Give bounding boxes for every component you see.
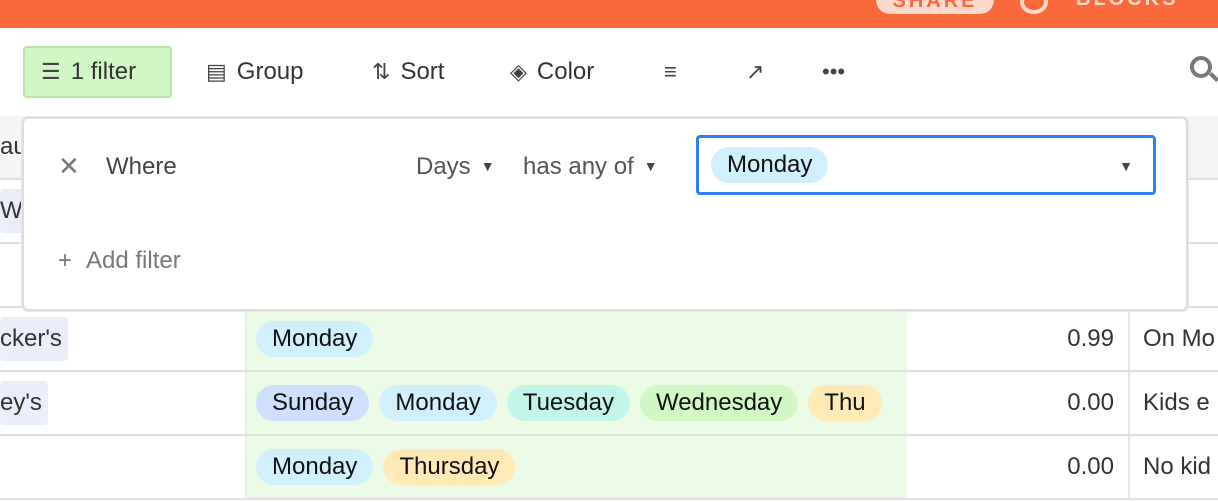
row-height-button[interactable]: ≡ [648,46,693,98]
table-row[interactable]: cker's Monday 0.99 On Mo [0,308,1218,372]
filter-button[interactable]: ☰ 1 filter [23,46,172,98]
days-cell[interactable]: Monday [246,308,907,370]
top-bar: SHARE BLOCKS [0,0,1218,28]
day-chip: Sunday [256,385,370,421]
chevron-down-icon: ▼ [1119,158,1133,174]
chevron-down-icon: ▼ [480,158,495,174]
linked-record-chip[interactable]: ey's [0,381,48,425]
name-cell[interactable]: ey's [0,372,246,434]
more-icon: ••• [822,59,846,84]
group-button[interactable]: ▤ Group [190,46,320,98]
day-chip: Thursday [383,449,516,485]
day-chip: Tuesday [506,385,630,421]
sort-label: Sort [400,58,445,85]
field-select[interactable]: Days ▼ [416,153,495,181]
name-cell[interactable]: cker's [0,308,246,370]
add-filter-label: Add filter [86,247,181,274]
search-icon[interactable] [1190,56,1212,78]
days-cell[interactable]: Monday Thursday [246,436,907,498]
number-cell[interactable]: 0.00 [907,372,1130,434]
view-toolbar: ☰ 1 filter ▤ Group ⇅ Sort ◈ Color ≡ ↗ ••• [0,28,1218,116]
value-chip: Monday [711,147,829,183]
notes-cell[interactable]: On Mo [1130,308,1218,370]
notes-cell[interactable]: Kids e [1130,372,1218,434]
group-icon: ▤ [206,59,227,84]
external-link-icon: ↗ [746,59,765,84]
chevron-down-icon: ▼ [643,158,658,174]
operator-label: has any of [523,153,634,180]
share-view-button[interactable]: ↗ [730,46,780,98]
filter-label: 1 filter [70,58,137,85]
color-label: Color [536,58,595,85]
sort-icon: ⇅ [372,59,391,84]
day-chip: Monday [256,449,374,485]
value-select[interactable]: Monday ▼ [696,135,1156,195]
day-chip: Wednesday [639,385,799,421]
operator-select[interactable]: has any of ▼ [523,153,658,181]
where-label: Where [106,153,177,180]
color-button[interactable]: ◈ Color [494,46,610,98]
number-cell[interactable]: 0.99 [907,308,1130,370]
add-filter-button[interactable]: + Add filter [58,247,181,275]
linked-record-chip[interactable]: cker's [0,317,68,361]
more-button[interactable]: ••• [806,46,861,98]
day-chip: Monday [256,321,374,357]
notes-cell[interactable]: No kid [1130,436,1218,498]
day-chip: Thu [808,385,882,421]
blocks-button[interactable]: BLOCKS [1076,0,1178,11]
group-label: Group [236,58,304,85]
day-chip: Monday [379,385,497,421]
field-label: Days [416,153,471,180]
remove-filter-icon[interactable]: ✕ [58,151,80,182]
table-row[interactable]: Monday Thursday 0.00 No kid [0,436,1218,500]
filter-icon: ☰ [41,59,61,84]
paint-bucket-icon: ◈ [510,59,527,84]
name-cell[interactable] [0,436,246,498]
days-cell[interactable]: Sunday Monday Tuesday Wednesday Thu [246,372,907,434]
filter-popover: ✕ Where Days ▼ has any of ▼ Monday ▼ + Add f… [22,117,1188,311]
share-button[interactable]: SHARE [876,0,994,14]
sort-button[interactable]: ⇅ Sort [356,46,460,98]
row-height-icon: ≡ [664,59,677,84]
number-cell[interactable]: 0.00 [907,436,1130,498]
table-row[interactable]: ey's Sunday Monday Tuesday Wednesday Thu 0.0… [0,372,1218,436]
history-icon[interactable] [1020,0,1048,14]
